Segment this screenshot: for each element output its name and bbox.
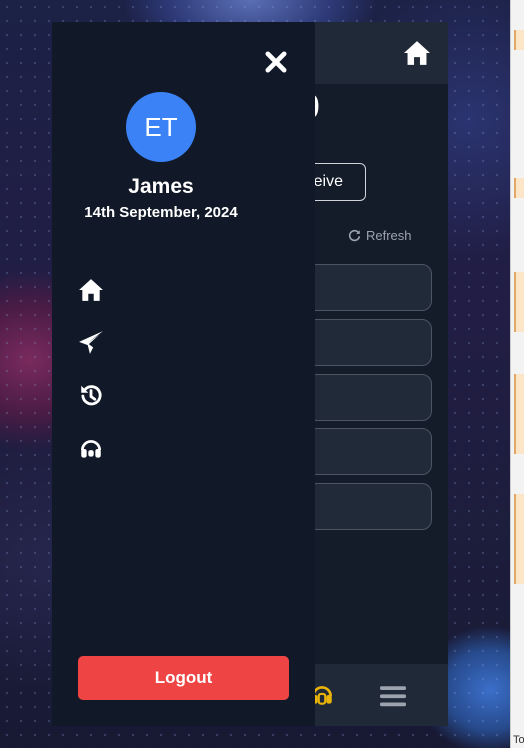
home-icon[interactable] [78, 277, 104, 303]
side-panel-text: To [513, 734, 524, 746]
close-icon[interactable] [262, 48, 290, 76]
user-date: 14th September, 2024 [84, 204, 238, 221]
side-drawer: ET James 14th September, 2024 Logout [52, 22, 315, 726]
home-icon[interactable] [402, 40, 432, 66]
side-panel: To [510, 0, 524, 748]
send-icon[interactable] [78, 330, 104, 356]
side-panel-marker [514, 272, 524, 332]
menu-icon[interactable] [380, 684, 406, 708]
refresh-label: Refresh [366, 228, 412, 243]
refresh-button[interactable]: Refresh [348, 228, 412, 243]
side-panel-marker [514, 494, 524, 584]
history-icon[interactable] [78, 383, 104, 409]
support-icon[interactable] [78, 436, 104, 462]
logout-button[interactable]: Logout [78, 656, 289, 700]
side-panel-marker [514, 178, 524, 198]
side-panel-marker [514, 30, 524, 50]
avatar: ET [126, 92, 196, 162]
refresh-icon [348, 229, 361, 242]
user-name: James [128, 175, 194, 198]
side-panel-marker [514, 374, 524, 454]
